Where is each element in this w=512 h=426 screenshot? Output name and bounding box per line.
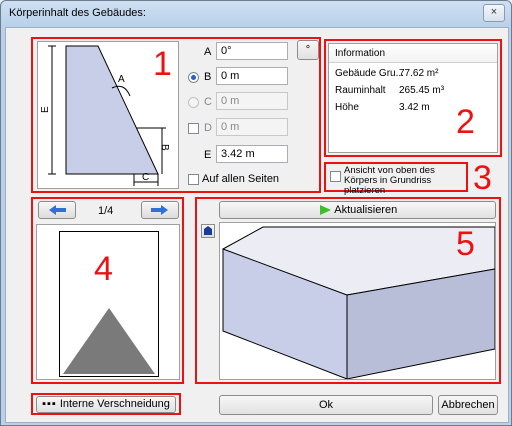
placement-checkbox[interactable] bbox=[330, 171, 341, 182]
info-row-value: 265.45 m³ bbox=[399, 85, 445, 96]
sketch-label-a: A bbox=[118, 74, 125, 85]
param-d-label: D bbox=[204, 122, 212, 134]
all-sides-label: Auf allen Seiten bbox=[202, 173, 280, 185]
annotation-1: 1 bbox=[153, 45, 172, 83]
param-e-field[interactable]: 3.42 m bbox=[216, 145, 288, 163]
param-b-label: B bbox=[204, 71, 212, 83]
refresh-button[interactable]: Aktualisieren bbox=[219, 201, 496, 219]
sketch-label-c: C bbox=[142, 172, 149, 183]
param-b-field[interactable]: 0 m bbox=[216, 67, 288, 85]
annotation-3: 3 bbox=[473, 159, 492, 197]
info-row-value: 77.62 m² bbox=[399, 68, 439, 79]
annotation-4: 4 bbox=[94, 250, 113, 288]
info-row-name: Rauminhalt bbox=[335, 85, 386, 96]
arrow-right-icon bbox=[151, 205, 168, 215]
info-row-name: Gebäude Gru... bbox=[335, 68, 404, 79]
view-cube-button[interactable] bbox=[201, 224, 215, 238]
window-title: Körperinhalt des Gebäudes: bbox=[9, 7, 146, 19]
all-sides-checkbox[interactable] bbox=[188, 174, 199, 185]
degree-button[interactable]: ° bbox=[297, 40, 319, 60]
param-a-field[interactable]: 0° bbox=[216, 42, 288, 60]
param-d-field[interactable]: 0 m bbox=[216, 118, 288, 136]
previous-button[interactable] bbox=[38, 201, 76, 219]
param-c-label: C bbox=[204, 96, 212, 108]
annotation-5: 5 bbox=[456, 225, 475, 263]
dialog-window: Körperinhalt des Gebäudes: × E A B C 1 A… bbox=[0, 0, 512, 426]
sketch-label-b: B bbox=[159, 144, 170, 151]
page-indicator: 1/4 bbox=[98, 205, 114, 217]
shape-preview-panel bbox=[36, 224, 180, 380]
title-bar: Körperinhalt des Gebäudes: × bbox=[1, 1, 511, 25]
cube-icon bbox=[204, 226, 212, 235]
sketch-label-e: E bbox=[40, 106, 51, 113]
cancel-button[interactable]: Abbrechen bbox=[438, 395, 498, 415]
dots-icon: ▪▪▪ bbox=[42, 398, 57, 410]
param-e-label: E bbox=[204, 149, 212, 161]
param-a-label: A bbox=[204, 46, 212, 58]
refresh-label: Aktualisieren bbox=[334, 204, 398, 216]
intern-label: Interne Verschneidung bbox=[59, 398, 170, 410]
param-c-radio[interactable] bbox=[188, 97, 199, 108]
preview-3d-panel bbox=[219, 222, 496, 380]
param-d-checkbox[interactable] bbox=[188, 123, 199, 134]
intern-button[interactable]: ▪▪▪ Interne Verschneidung bbox=[36, 396, 176, 413]
info-header: Information bbox=[329, 44, 497, 63]
arrow-left-icon bbox=[49, 205, 66, 215]
annotation-2: 2 bbox=[456, 103, 475, 141]
info-row-value: 3.42 m bbox=[399, 102, 430, 113]
param-b-radio[interactable] bbox=[188, 72, 199, 83]
ok-button[interactable]: Ok bbox=[219, 395, 433, 415]
next-button[interactable] bbox=[141, 201, 179, 219]
close-button[interactable]: × bbox=[483, 4, 505, 22]
param-c-field[interactable]: 0 m bbox=[216, 92, 288, 110]
info-row-name: Höhe bbox=[335, 102, 359, 113]
box-3d-shape bbox=[222, 226, 496, 380]
placement-label: Ansicht von oben des Körpers in Grundris… bbox=[344, 165, 435, 196]
play-icon bbox=[319, 205, 331, 216]
info-header-label: Information bbox=[335, 48, 386, 59]
